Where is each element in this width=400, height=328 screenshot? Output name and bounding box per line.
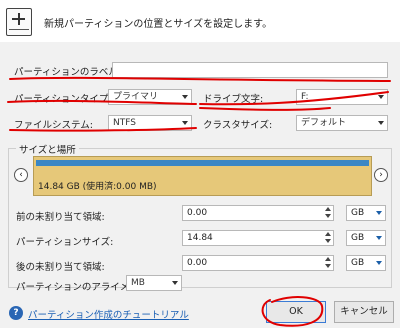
partition-size-unit-value: GB — [351, 233, 365, 243]
spin-up-icon[interactable] — [325, 257, 331, 261]
partition-type-value: プライマリ — [113, 92, 159, 102]
unallocated-before-unit[interactable]: GB — [346, 205, 386, 221]
file-system-value: NTFS — [113, 118, 136, 128]
partition-size-value: 14.84 — [187, 233, 213, 243]
unallocated-before-unit-value: GB — [351, 208, 365, 218]
file-system-label: ファイルシステム: — [14, 120, 93, 131]
chevron-down-icon — [376, 211, 382, 215]
disk-bar-text: 14.84 GB (使用済:0.00 MB) — [38, 182, 157, 192]
used-space-bar — [36, 160, 369, 166]
size-location-title: サイズと場所 — [16, 142, 79, 156]
chevron-down-icon — [378, 121, 384, 125]
chevron-down-icon — [376, 236, 382, 240]
partition-type-select[interactable]: プライマリ — [108, 89, 192, 105]
spin-up-icon[interactable] — [325, 207, 331, 211]
chevron-down-icon — [172, 281, 178, 285]
chevron-down-icon — [376, 261, 382, 265]
spin-down-icon[interactable] — [325, 214, 331, 218]
cluster-size-value: デフォルト — [301, 118, 347, 128]
tutorial-link[interactable]: パーティション作成のチュートリアル — [28, 307, 189, 321]
unallocated-after-value: 0.00 — [187, 258, 208, 268]
partition-size-unit[interactable]: GB — [346, 230, 386, 246]
alignment-select[interactable]: MB — [126, 275, 182, 291]
scroll-left-button[interactable]: ‹ — [14, 168, 28, 182]
alignment-value: MB — [131, 278, 145, 288]
header: 新規パーティションの位置とサイズを設定します。 — [0, 0, 400, 42]
scroll-right-button[interactable]: › — [374, 168, 388, 182]
drive-letter-select[interactable]: F: — [296, 89, 388, 105]
chevron-down-icon — [378, 95, 384, 99]
cluster-size-select[interactable]: デフォルト — [296, 115, 388, 131]
drive-letter-label: ドライブ文字: — [203, 94, 264, 105]
spin-down-icon[interactable] — [325, 239, 331, 243]
file-system-select[interactable]: NTFS — [108, 115, 192, 131]
disk-bar[interactable]: 14.84 GB (使用済:0.00 MB) — [33, 156, 372, 196]
partition-label-label: パーティションのラベル: — [14, 67, 122, 78]
partition-label-input[interactable] — [112, 62, 388, 78]
partition-size-label: パーティションサイズ: — [16, 237, 114, 248]
partition-type-label: パーティションタイプ: — [14, 94, 112, 105]
unallocated-before-input[interactable]: 0.00 — [182, 205, 334, 221]
unallocated-after-unit-value: GB — [351, 258, 365, 268]
unallocated-before-label: 前の未割り当て領域: — [16, 212, 105, 223]
drive-letter-value: F: — [301, 92, 309, 102]
unallocated-after-unit[interactable]: GB — [346, 255, 386, 271]
cancel-button[interactable]: キャンセル — [334, 301, 394, 323]
add-partition-icon — [6, 8, 32, 36]
chevron-down-icon — [182, 95, 188, 99]
unallocated-after-label: 後の未割り当て領域: — [16, 262, 105, 273]
spin-down-icon[interactable] — [325, 264, 331, 268]
unallocated-before-value: 0.00 — [187, 208, 208, 218]
unallocated-after-input[interactable]: 0.00 — [182, 255, 334, 271]
cluster-size-label: クラスタサイズ: — [203, 120, 273, 131]
spin-up-icon[interactable] — [325, 232, 331, 236]
dialog-title: 新規パーティションの位置とサイズを設定します。 — [44, 19, 273, 30]
partition-size-input[interactable]: 14.84 — [182, 230, 334, 246]
chevron-down-icon — [182, 121, 188, 125]
ok-button[interactable]: OK — [266, 301, 326, 323]
help-icon[interactable]: ? — [9, 306, 23, 320]
